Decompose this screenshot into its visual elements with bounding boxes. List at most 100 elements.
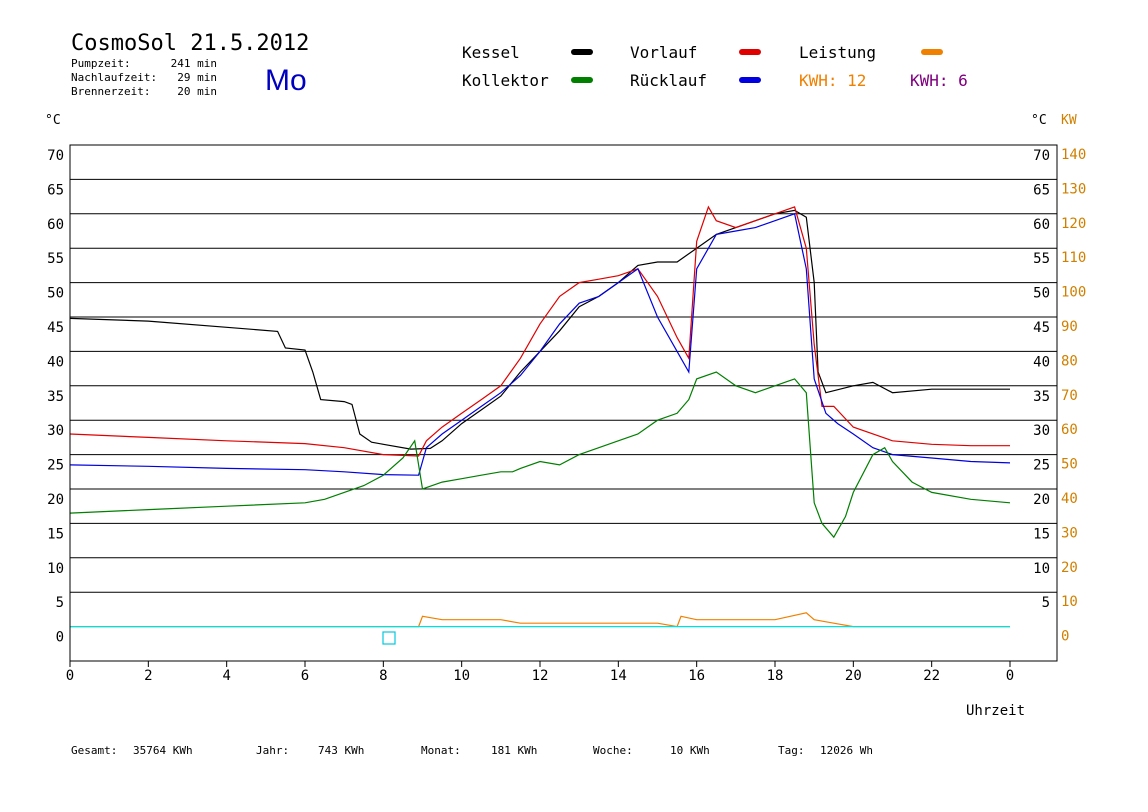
x-tick-label: 10 [453, 668, 470, 684]
y-tick-label-right: 25 [1033, 458, 1050, 474]
series-line [69, 213, 1011, 476]
footer-label: Jahr: [256, 744, 289, 757]
series-line [69, 205, 1010, 457]
x-tick-label: 0 [1006, 668, 1014, 684]
y-tick-label-right: 10 [1033, 561, 1050, 577]
y-tick-label-right: 60 [1033, 217, 1050, 233]
footer-value: 12026 Wh [820, 744, 873, 757]
series-line [69, 209, 1010, 450]
y-tick-label-right: 20 [1033, 492, 1050, 508]
y-tick-label: 25 [47, 458, 64, 474]
plot-frame [69, 144, 1058, 662]
left-unit-label: °C [45, 113, 61, 128]
footer-label: Monat: [421, 744, 461, 757]
x-tick-label: 16 [688, 668, 705, 684]
x-tick-label: 22 [923, 668, 940, 684]
x-tick-label: 18 [767, 668, 784, 684]
footer-value: 181 KWh [491, 744, 537, 757]
y-tick-label-right: 45 [1033, 320, 1050, 336]
y-tick-labels-kw: 0 10 20 30 40 50 60 70 80 90 100 110 120 130 140 [1061, 147, 1086, 645]
footer-label: Tag: [778, 744, 805, 757]
y-tick-label-kw: 130 [1061, 181, 1086, 197]
x-tick-label: 6 [301, 668, 309, 684]
x-tick-label: 12 [532, 668, 549, 684]
y-tick-label-right: 70 [1033, 148, 1050, 164]
plot-area: 0510152025303540455055606570 51015202530… [47, 144, 1086, 684]
y-tick-label-right: 15 [1033, 526, 1050, 542]
chart: CosmoSol 21.5.2012 Mo Pumpzeit: 241 min … [45, 31, 1086, 757]
y-tick-label: 10 [47, 561, 64, 577]
marker-square [382, 631, 396, 645]
legend-leistung-label: Leistung [799, 43, 876, 62]
y-tick-label-kw: 0 [1061, 629, 1069, 645]
y-tick-label-kw: 30 [1061, 525, 1078, 541]
x-tick-label: 2 [144, 668, 152, 684]
legend-kwh1: KWH: 12 [799, 71, 866, 90]
y-tick-label-kw: 50 [1061, 457, 1078, 473]
footer-label: Gesamt: [71, 744, 117, 757]
y-tick-labels-right: 5 10 15 20 25 30 35 40 45 50 55 60 65 70 [1033, 148, 1050, 611]
y-tick-label-right: 50 [1033, 286, 1050, 302]
header-stats: Pumpzeit: 241 min Nachlaufzeit: 29 min B… [71, 57, 217, 98]
y-tick-label: 5 [56, 595, 64, 611]
y-tick-label: 35 [47, 389, 64, 405]
legend-kessel-swatch [571, 49, 593, 55]
legend-ruecklauf-label: Rücklauf [630, 71, 707, 90]
footer-value: 10 KWh [670, 744, 710, 757]
stat-value: 29 min [177, 71, 217, 84]
footer-label: Woche: [593, 744, 633, 757]
y-tick-label-right: 5 [1042, 595, 1050, 611]
right-unit-c-label: °C [1031, 113, 1047, 128]
stat-label: Pumpzeit: [71, 57, 131, 70]
y-tick-labels: 0 5 10 15 20 25 30 35 40 45 50 55 60 65 70 [47, 148, 64, 646]
y-tick-label-kw: 90 [1061, 319, 1078, 335]
y-tick-label: 60 [47, 217, 64, 233]
y-tick-label: 20 [47, 492, 64, 508]
day-label: Mo [265, 64, 307, 97]
y-tick-label: 15 [47, 526, 64, 542]
y-tick-label: 0 [56, 630, 64, 646]
y-tick-label-kw: 100 [1061, 285, 1086, 301]
x-axis-label: Uhrzeit [966, 703, 1025, 719]
gridlines [70, 144, 1057, 593]
legend-vorlauf-swatch [739, 49, 761, 55]
right-unit-kw-label: KW [1061, 113, 1077, 128]
y-tick-label: 55 [47, 251, 64, 267]
y-tick-label-kw: 20 [1061, 560, 1078, 576]
legend-kollektor-label: Kollektor [462, 71, 549, 90]
y-tick-label-right: 65 [1033, 182, 1050, 198]
y-tick-label-right: 55 [1033, 251, 1050, 267]
stat-label: Nachlaufzeit: [71, 71, 157, 84]
x-tick-label: 14 [610, 668, 627, 684]
x-tick-label: 20 [845, 668, 862, 684]
chart-title: CosmoSol 21.5.2012 [71, 31, 309, 56]
x-tick-label: 4 [222, 668, 230, 684]
footer-value: 743 KWh [318, 744, 364, 757]
series-line [70, 612, 1010, 628]
stat-label: Brennerzeit: [71, 85, 150, 98]
x-tick-labels: 0 2 4 6 8 10 12 14 16 18 20 22 0 [66, 661, 1014, 684]
footer-stats: Gesamt: 35764 KWh Jahr: 743 KWh Monat: 1… [71, 744, 873, 757]
y-tick-label-kw: 60 [1061, 422, 1078, 438]
y-tick-label-right: 35 [1033, 389, 1050, 405]
y-tick-label-right: 40 [1033, 354, 1050, 370]
x-tick-label: 0 [66, 668, 74, 684]
legend-ruecklauf-swatch [739, 77, 761, 83]
legend: Kessel Kollektor Vorlauf Rücklauf Leistu… [462, 43, 968, 90]
x-tick-label: 8 [379, 668, 387, 684]
legend-kollektor-swatch [571, 77, 593, 83]
y-tick-label: 40 [47, 354, 64, 370]
y-tick-label-kw: 40 [1061, 491, 1078, 507]
y-tick-label: 50 [47, 286, 64, 302]
y-tick-label-kw: 110 [1061, 250, 1086, 266]
y-tick-label: 65 [47, 182, 64, 198]
y-tick-label: 30 [47, 423, 64, 439]
y-tick-label-kw: 120 [1061, 216, 1086, 232]
y-tick-label-kw: 70 [1061, 388, 1078, 404]
stat-value: 241 min [171, 57, 217, 70]
y-tick-label-kw: 140 [1061, 147, 1086, 163]
legend-kwh2: KWH: 6 [910, 71, 968, 90]
y-tick-label: 45 [47, 320, 64, 336]
y-tick-label-kw: 10 [1061, 594, 1078, 610]
legend-leistung-swatch [921, 49, 943, 55]
